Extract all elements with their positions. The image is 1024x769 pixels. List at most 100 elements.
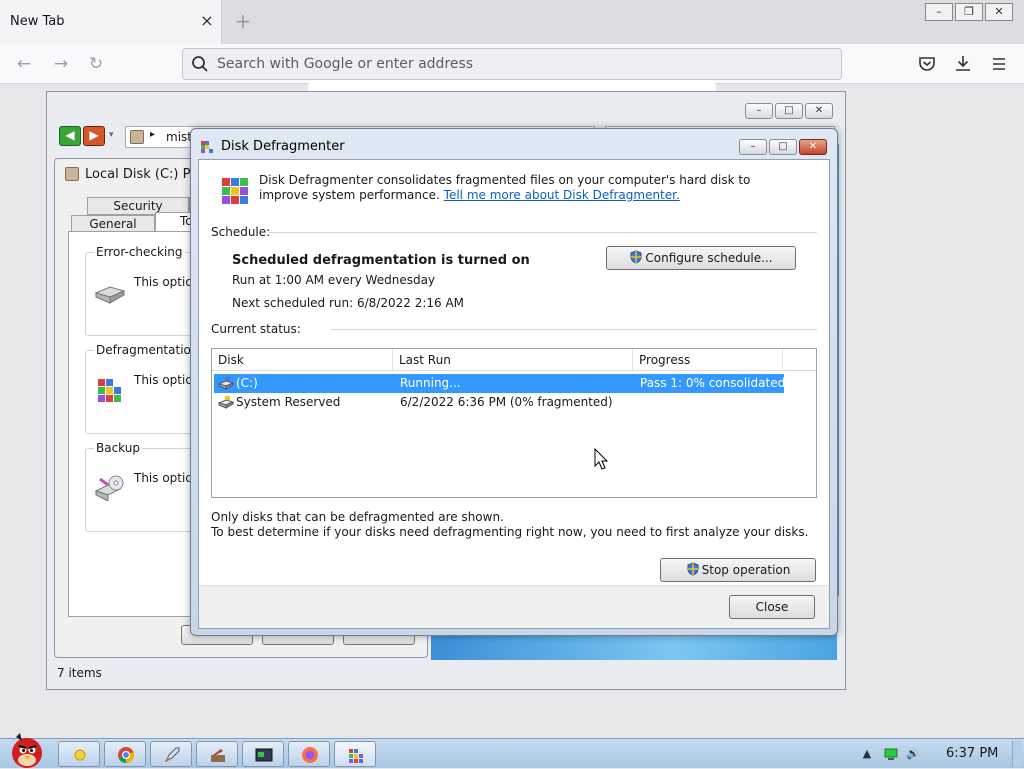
disk-row-c-progress: Pass 1: 0% consolidated [640, 376, 786, 390]
tools-icon [211, 749, 225, 762]
taskbar-weather-button[interactable] [58, 741, 100, 767]
tell-me-more-link[interactable]: Tell me more about Disk Defragmenter. [444, 188, 680, 202]
uac-shield-icon [630, 250, 642, 264]
drive-icon [65, 167, 79, 181]
disk-row-system-reserved-last-run: 6/2/2022 6:36 PM (0% fragmented) [400, 395, 613, 409]
url-bar[interactable]: Search with Google or enter address [182, 48, 842, 80]
hard-drive-icon [94, 286, 126, 304]
current-status-label: Current status: [211, 322, 301, 336]
defrag-footer: Close [199, 585, 829, 628]
window-controls: – ❐ ✕ [925, 3, 1015, 23]
mouse-cursor-icon [594, 448, 609, 470]
explorer-close-button[interactable]: ✕ [805, 103, 833, 119]
firefox-icon [302, 747, 318, 763]
note-only-disks-shown: Only disks that can be defragmented are … [211, 510, 504, 524]
menu-icon[interactable] [990, 55, 1008, 73]
stop-operation-button[interactable]: Stop operation [660, 558, 816, 582]
taskbar-chrome-button[interactable] [104, 741, 146, 767]
close-button[interactable]: Close [729, 595, 815, 619]
taskbar-tools-button[interactable] [196, 741, 238, 767]
forward-arrow-icon[interactable]: → [50, 53, 72, 75]
tray-expand-icon[interactable]: ▲ [860, 747, 874, 761]
defragmentation-group: Defragmentation This option v [85, 343, 211, 434]
taskbar-rocket-button[interactable] [150, 741, 192, 767]
minimize-icon[interactable]: – [925, 3, 953, 21]
defrag-maximize-button[interactable]: □ [769, 139, 797, 155]
defrag-caption-buttons: – □ ✕ [737, 138, 827, 155]
explorer-address-text: mist [166, 130, 192, 144]
new-tab-button[interactable]: + [232, 10, 254, 32]
defrag-blocks-icon [98, 379, 121, 402]
defrag-title: Disk Defragmenter [221, 139, 345, 154]
column-progress[interactable]: Progress [633, 349, 783, 371]
explorer-maximize-button[interactable]: □ [775, 103, 803, 119]
intro-text: Disk Defragmenter consolidates fragmente… [259, 173, 799, 203]
browser-tab-new-tab[interactable]: New Tab × [0, 0, 222, 44]
taskbar-firefox-button[interactable] [288, 741, 330, 767]
column-last-run[interactable]: Last Run [393, 349, 633, 371]
column-disk[interactable]: Disk [212, 349, 393, 371]
browser-navbar: ← → ↻ Search with Google or enter addres… [0, 44, 1024, 84]
taskbar-terminal-button[interactable] [242, 741, 284, 767]
schedule-label: Schedule: [211, 225, 271, 239]
disk-list-header: Disk Last Run Progress [212, 349, 816, 371]
reload-icon[interactable]: ↻ [85, 53, 107, 75]
hard-drive-icon [218, 396, 234, 409]
pocket-icon[interactable] [918, 55, 936, 73]
defrag-app-icon [349, 749, 363, 763]
disk-list[interactable]: Disk Last Run Progress (C:) Running... P… [211, 348, 817, 498]
disk-row-c-name: (C:) [236, 376, 258, 390]
hard-drive-icon [218, 377, 234, 390]
network-icon[interactable] [884, 747, 898, 761]
properties-title: Local Disk (C:) Pro [85, 167, 204, 182]
defragmentation-title: Defragmentation [94, 343, 201, 357]
schedule-status: Scheduled defragmentation is turned on [232, 253, 530, 268]
disk-row-c[interactable]: (C:) Running... Pass 1: 0% consolidated [214, 374, 786, 393]
volume-icon[interactable]: 🔊 [906, 747, 920, 761]
uac-shield-icon [687, 562, 699, 576]
folder-icon [130, 130, 144, 144]
explorer-forward-icon[interactable] [83, 126, 105, 146]
url-placeholder: Search with Google or enter address [217, 56, 474, 72]
defrag-app-icon [222, 178, 248, 204]
backup-group: Backup This option v [85, 441, 211, 532]
angry-bird-start-icon[interactable] [4, 729, 50, 769]
back-arrow-icon[interactable]: ← [13, 53, 35, 75]
downloads-icon[interactable] [954, 54, 972, 72]
disk-row-system-reserved[interactable]: System Reserved 6/2/2022 6:36 PM (0% fra… [214, 393, 784, 412]
stop-operation-label: Stop operation [701, 563, 791, 577]
show-desktop-button[interactable] [1012, 741, 1022, 767]
disk-row-system-reserved-name: System Reserved [236, 395, 341, 409]
tab-title: New Tab [10, 14, 65, 29]
close-window-icon[interactable]: ✕ [985, 3, 1013, 21]
explorer-minimize-button[interactable]: – [745, 103, 773, 119]
sun-icon [74, 749, 86, 761]
defrag-body: Disk Defragmenter consolidates fragmente… [198, 159, 830, 629]
rocket-icon [164, 747, 180, 763]
schedule-divider [269, 232, 817, 233]
search-icon [192, 56, 208, 72]
tab-close-icon[interactable]: × [196, 10, 218, 32]
taskbar-defrag-button[interactable] [334, 741, 376, 767]
disk-defragmenter-dialog: Disk Defragmenter – □ ✕ Disk Defragmenter … [190, 128, 838, 636]
terminal-icon [255, 748, 273, 762]
breadcrumb-arrow-icon[interactable]: ▸ [150, 129, 155, 140]
note-analyze-disks: To best determine if your disks need def… [211, 525, 809, 539]
taskbar-clock[interactable]: 6:37 PM [946, 746, 998, 761]
schedule-run-at: Run at 1:00 AM every Wednesday [232, 273, 436, 287]
backup-disc-icon [94, 475, 124, 501]
error-checking-group: Error-checking This option v [85, 245, 211, 336]
explorer-caption-buttons: – □ ✕ [743, 102, 833, 119]
defrag-minimize-button[interactable]: – [739, 139, 767, 155]
taskbar: ▲ 🔊 6:37 PM [0, 733, 1024, 768]
recent-pages-chevron-icon[interactable]: ▾ [109, 130, 114, 140]
configure-schedule-button[interactable]: Configure schedule... [606, 246, 796, 270]
schedule-next-run: Next scheduled run: 6/8/2022 2:16 AM [232, 296, 465, 310]
disk-row-c-last-run: Running... [400, 376, 461, 390]
defrag-title-icon [201, 141, 213, 153]
defrag-close-icon[interactable]: ✕ [799, 139, 827, 155]
error-checking-title: Error-checking [94, 245, 185, 259]
explorer-back-icon[interactable] [59, 126, 81, 146]
chrome-icon [118, 747, 135, 764]
restore-icon[interactable]: ❐ [955, 3, 983, 21]
